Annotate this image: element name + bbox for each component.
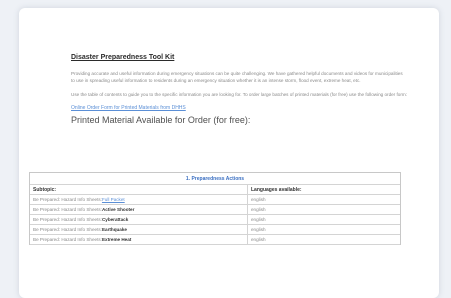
subtopic-name: Cyberattack (101, 217, 129, 222)
section-title: 1. Preparedness Actions (185, 175, 245, 182)
language-cell: english (251, 207, 266, 212)
language-cell: english (251, 217, 266, 222)
printed-material-heading: Printed Material Available for Order (fo… (71, 115, 251, 125)
languages-column-header: Languages available: (251, 186, 302, 193)
subtopic-link[interactable]: Full Packet (102, 197, 125, 202)
subtopic-cell: Be Prepared: Hazard Info Sheets: Cyberat… (30, 215, 248, 224)
language-cell: english (251, 237, 266, 242)
table-row: Be Prepared: Hazard Info Sheets: Cyberat… (30, 215, 400, 225)
table-row: Be Prepared: Hazard Info Sheets: Active … (30, 205, 400, 215)
subtopic-column-header: Subtopic: (30, 185, 248, 194)
order-form-link[interactable]: Online Order Form for Printed Materials … (71, 105, 407, 111)
instructions-paragraph: Use the table of contents to guide you t… (71, 92, 407, 97)
subtopic-name: Active Shooter (101, 207, 135, 212)
document-page: Disaster Preparedness Tool Kit Providing… (19, 8, 439, 298)
subtopic-cell: Be Prepared: Hazard Info Sheets: Active … (30, 205, 248, 214)
subtopic-cell: Be Prepared: Hazard Info Sheets: Earthqu… (30, 225, 248, 234)
table-row: Be Prepared: Hazard Info Sheets: Full Pa… (30, 195, 400, 205)
table-row: Be Prepared: Hazard Info Sheets: Extreme… (30, 235, 400, 245)
subtopic-prefix: Be Prepared: Hazard Info Sheets: (33, 237, 102, 242)
table-section-row: 1. Preparedness Actions (30, 173, 400, 185)
table-body: Be Prepared: Hazard Info Sheets: Full Pa… (30, 195, 400, 245)
subtopic-prefix: Be Prepared: Hazard Info Sheets: (33, 197, 102, 202)
document-body: Disaster Preparedness Tool Kit Providing… (71, 54, 407, 137)
table-header-row: Subtopic: Languages available: (30, 185, 400, 195)
subtopic-prefix: Be Prepared: Hazard Info Sheets: (33, 227, 102, 232)
subtopic-cell: Be Prepared: Hazard Info Sheets: Extreme… (30, 235, 248, 244)
subtopic-cell: Be Prepared: Hazard Info Sheets: Full Pa… (30, 195, 248, 204)
materials-table: 1. Preparedness Actions Subtopic: Langua… (29, 172, 401, 245)
language-cell: english (251, 197, 266, 202)
subtopic-name: Earthquake (101, 227, 127, 232)
subtopic-prefix: Be Prepared: Hazard Info Sheets: (33, 217, 102, 222)
subtopic-prefix: Be Prepared: Hazard Info Sheets: (33, 207, 102, 212)
subtopic-name: Extreme Heat (101, 237, 132, 242)
language-cell: english (251, 227, 266, 232)
page-title: Disaster Preparedness Tool Kit (71, 54, 175, 61)
table-row: Be Prepared: Hazard Info Sheets: Earthqu… (30, 225, 400, 235)
intro-paragraph: Providing accurate and useful informatio… (71, 71, 403, 83)
